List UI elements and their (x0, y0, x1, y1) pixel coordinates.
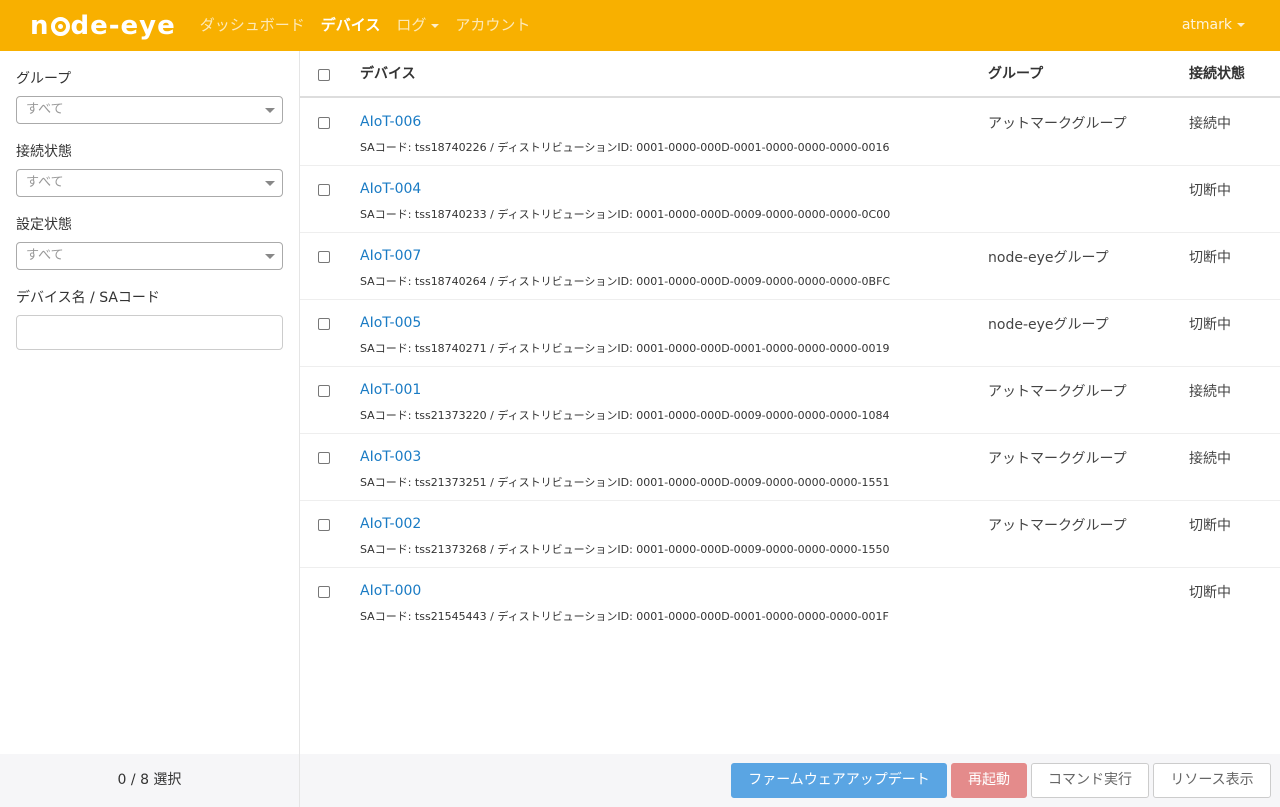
connection-select[interactable]: すべて (16, 169, 283, 197)
action-bar: ファームウェアアップデート 再起動 コマンド実行 リソース表示 (300, 754, 1280, 807)
table-row: AIoT-001 SAコード: tss21373220 / ディストリビューション… (300, 367, 1280, 434)
row-checkbox[interactable] (318, 519, 330, 531)
logo-text-n: n (30, 10, 50, 41)
header-status[interactable]: 接続状態 (1189, 51, 1245, 97)
device-name-link[interactable]: AIoT-004 (360, 181, 421, 197)
selection-count: 0 / 8 選択 (0, 754, 300, 807)
table-row: AIoT-005 SAコード: tss18740271 / ディストリビューション… (300, 300, 1280, 367)
search-filter-label: デバイス名 / SAコード (16, 290, 160, 306)
device-group: アットマークグループ (988, 116, 1127, 132)
device-search-input[interactable] (16, 315, 283, 350)
device-group: アットマークグループ (988, 384, 1127, 400)
nav-devices[interactable]: デバイス (313, 0, 389, 51)
table-row: AIoT-002 SAコード: tss21373268 / ディストリビューション… (300, 501, 1280, 568)
device-group: node-eyeグループ (988, 317, 1109, 333)
device-sa-code: SAコード: tss18740226 / ディストリビューションID: 0001… (360, 141, 890, 154)
user-name: atmark (1181, 17, 1232, 33)
device-name-link[interactable]: AIoT-001 (360, 382, 421, 398)
dropdown-arrow-icon (265, 108, 275, 113)
nav-account[interactable]: アカウント (447, 0, 538, 51)
nav-logs[interactable]: ログ (388, 0, 447, 51)
config-select[interactable]: すべて (16, 242, 283, 270)
nav-logs-label: ログ (396, 16, 427, 34)
device-sa-code: SAコード: tss21373268 / ディストリビューションID: 0001… (360, 543, 890, 556)
resource-view-button[interactable]: リソース表示 (1153, 763, 1271, 798)
device-sa-code: SAコード: tss21373251 / ディストリビューションID: 0001… (360, 476, 890, 489)
row-checkbox[interactable] (318, 385, 330, 397)
nav-links: ダッシュボード デバイス ログ アカウント (192, 0, 539, 51)
device-name-link[interactable]: AIoT-007 (360, 248, 421, 264)
device-name-link[interactable]: AIoT-005 (360, 315, 421, 331)
device-connection-status: 切断中 (1189, 585, 1231, 601)
device-sa-code: SAコード: tss21373220 / ディストリビューションID: 0001… (360, 409, 890, 422)
device-connection-status: 接続中 (1189, 451, 1231, 467)
user-menu[interactable]: atmark (1182, 0, 1245, 51)
table-header: デバイス グループ 接続状態 (300, 51, 1280, 98)
node-eye-logo[interactable]: n de-eye (30, 0, 176, 51)
device-connection-status: 切断中 (1189, 317, 1231, 333)
device-connection-status: 接続中 (1189, 384, 1231, 400)
row-checkbox[interactable] (318, 452, 330, 464)
config-select-value: すべて (26, 248, 64, 263)
group-filter-label: グループ (16, 71, 72, 87)
row-checkbox[interactable] (318, 586, 330, 598)
table-row: AIoT-004 SAコード: tss18740233 / ディストリビューション… (300, 166, 1280, 233)
logo-eye-icon (50, 17, 70, 36)
device-name-link[interactable]: AIoT-003 (360, 449, 421, 465)
connection-filter-label: 接続状態 (16, 144, 72, 160)
top-navbar: n de-eye ダッシュボード デバイス ログ アカウント atmark (0, 0, 1280, 51)
device-connection-status: 切断中 (1189, 183, 1231, 199)
firmware-update-button[interactable]: ファームウェアアップデート (731, 763, 947, 798)
device-sa-code: SAコード: tss18740271 / ディストリビューションID: 0001… (360, 342, 890, 355)
chevron-down-icon (431, 23, 440, 28)
device-connection-status: 切断中 (1189, 518, 1231, 534)
command-execute-button[interactable]: コマンド実行 (1031, 763, 1149, 798)
device-sa-code: SAコード: tss18740264 / ディストリビューションID: 0001… (360, 275, 891, 288)
device-group: アットマークグループ (988, 518, 1127, 534)
row-checkbox[interactable] (318, 184, 330, 196)
reboot-button[interactable]: 再起動 (951, 763, 1027, 798)
select-all-checkbox[interactable] (318, 69, 330, 81)
connection-select-value: すべて (26, 175, 64, 190)
table-row: AIoT-000 SAコード: tss21545443 / ディストリビューション… (300, 568, 1280, 635)
filter-sidebar: グループ すべて 接続状態 すべて 設定状態 すべて デバイス名 / SAコード (0, 51, 300, 754)
device-table: デバイス グループ 接続状態 AIoT-006 SAコード: tss1874022… (300, 51, 1280, 754)
row-checkbox[interactable] (318, 318, 330, 330)
device-group: アットマークグループ (988, 451, 1127, 467)
row-checkbox[interactable] (318, 251, 330, 263)
dropdown-arrow-icon (265, 181, 275, 186)
header-device[interactable]: デバイス (360, 51, 416, 97)
table-row: AIoT-003 SAコード: tss21373251 / ディストリビューション… (300, 434, 1280, 501)
group-select-value: すべて (26, 102, 64, 117)
device-connection-status: 切断中 (1189, 250, 1231, 266)
device-name-link[interactable]: AIoT-002 (360, 516, 421, 532)
device-connection-status: 接続中 (1189, 116, 1231, 132)
device-name-link[interactable]: AIoT-006 (360, 114, 421, 130)
table-row: AIoT-006 SAコード: tss18740226 / ディストリビューション… (300, 99, 1280, 166)
logo-text-rest: de-eye (70, 10, 176, 41)
device-sa-code: SAコード: tss18740233 / ディストリビューションID: 0001… (360, 208, 891, 221)
table-row: AIoT-007 SAコード: tss18740264 / ディストリビューション… (300, 233, 1280, 300)
chevron-down-icon (1237, 23, 1245, 27)
dropdown-arrow-icon (265, 254, 275, 259)
config-filter-label: 設定状態 (16, 217, 72, 233)
device-sa-code: SAコード: tss21545443 / ディストリビューションID: 0001… (360, 610, 889, 623)
device-group: node-eyeグループ (988, 250, 1109, 266)
nav-dashboard[interactable]: ダッシュボード (192, 0, 313, 51)
group-select[interactable]: すべて (16, 96, 283, 124)
row-checkbox[interactable] (318, 117, 330, 129)
header-group[interactable]: グループ (988, 51, 1043, 97)
device-name-link[interactable]: AIoT-000 (360, 583, 421, 599)
